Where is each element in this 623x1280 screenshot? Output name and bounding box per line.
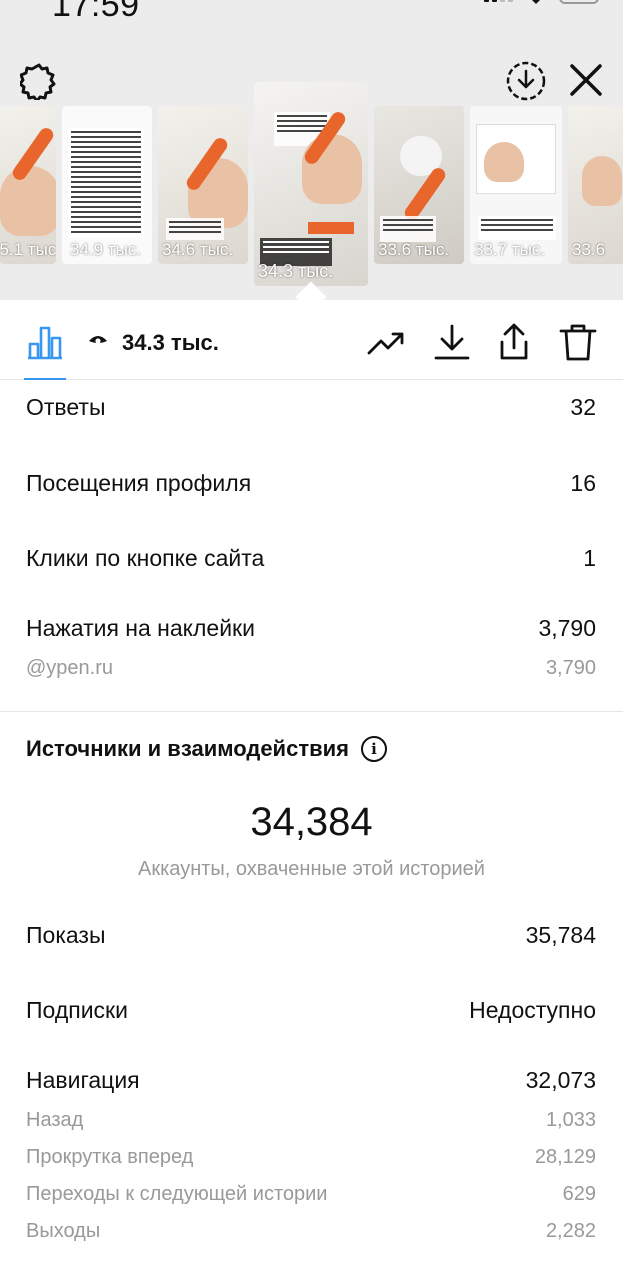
reach-caption: Аккаунты, охваченные этой историей: [138, 858, 485, 880]
thumbnail-views: 35.1 тыс.: [0, 240, 56, 259]
stat-label: Посещения профиля: [26, 470, 252, 496]
nav-row-back: Назад 1,033: [26, 1109, 596, 1132]
stat-row-navigation: Навигация 32,073: [26, 1067, 596, 1094]
story-header: 17:59 35.1 тыс. 34.9 тыс.: [0, 0, 623, 300]
stat-label: @ypen.ru: [26, 657, 114, 679]
thumbnail-views: 33.7 тыс.: [474, 240, 546, 259]
eye-icon: [89, 336, 107, 344]
download-icon[interactable]: [432, 322, 472, 362]
thumbnail-views: 34.6 тыс.: [162, 240, 234, 259]
trending-up-icon[interactable]: [366, 322, 406, 362]
stat-label: Нажатия на наклейки: [26, 615, 255, 641]
stat-label: Ответы: [26, 394, 106, 420]
stat-value: 1: [583, 545, 596, 571]
stat-label: Навигация: [26, 1067, 140, 1093]
stat-row-sticker-taps: Нажатия на наклейки 3,790: [26, 615, 596, 642]
stat-label: Выходы: [26, 1220, 101, 1242]
stat-value: 16: [570, 470, 596, 496]
section-divider: [0, 711, 623, 712]
download-circle-icon[interactable]: [505, 60, 547, 102]
stat-value: 28,129: [534, 1146, 596, 1168]
story-thumbnail[interactable]: 34.9 тыс.: [62, 106, 152, 264]
signal-icon: [484, 0, 513, 2]
stat-value: 32: [570, 394, 596, 420]
story-thumbnail[interactable]: 35.1 тыс.: [0, 106, 56, 264]
story-thumbnail[interactable]: 34.6 тыс.: [158, 106, 248, 264]
wifi-icon: [532, 0, 540, 4]
stat-row-website-clicks: Клики по кнопке сайта 1: [26, 545, 596, 572]
thumbnail-views: 33.6 тыс.: [378, 240, 450, 259]
stat-label: Переходы к следующей истории: [26, 1183, 328, 1205]
thumbnail-views: 34.3 тыс.: [258, 261, 334, 281]
nav-row-forward: Прокрутка вперед 28,129: [26, 1146, 596, 1169]
stat-label: Показы: [26, 922, 106, 948]
stat-row-profile-visits: Посещения профиля 16: [26, 470, 596, 497]
stat-value: 32,073: [525, 1067, 596, 1093]
status-icons: [484, 0, 599, 18]
section-title-text: Источники и взаимодействия: [26, 736, 349, 761]
stat-label: Назад: [26, 1109, 84, 1131]
delete-trash-icon[interactable]: [558, 322, 598, 362]
nav-row-next-story: Переходы к следующей истории 629: [26, 1183, 596, 1206]
stat-row-impressions: Показы 35,784: [26, 922, 596, 949]
share-icon[interactable]: [494, 322, 534, 362]
story-thumbnail-selected[interactable]: 34.3 тыс.: [254, 82, 368, 286]
close-icon[interactable]: [566, 60, 606, 100]
stat-row-replies: Ответы 32: [26, 394, 596, 421]
thumbnail-views: 34.9 тыс.: [70, 240, 142, 259]
story-thumbnail[interactable]: 33.6 тыс.: [374, 106, 464, 264]
stat-value: 2,282: [545, 1220, 596, 1242]
stat-value: 3,790: [545, 657, 596, 679]
insights-bar-chart-icon[interactable]: [26, 324, 64, 360]
active-tab-underline: [24, 378, 66, 380]
battery-icon: [559, 0, 599, 4]
info-icon[interactable]: i: [360, 736, 387, 762]
stat-value: 1,033: [545, 1109, 596, 1131]
stat-row-follows: Подписки Недоступно: [26, 997, 596, 1024]
stat-label: Прокрутка вперед: [26, 1146, 194, 1168]
reach-value: 34,384: [250, 800, 373, 844]
section-title: Источники и взаимодействия i: [26, 736, 387, 762]
settings-gear-icon[interactable]: [20, 62, 58, 100]
stat-value: 3,790: [538, 615, 596, 641]
thumbnail-views: 33.6: [572, 240, 606, 259]
views-count: 34.3 тыс.: [122, 330, 219, 355]
stat-label: Подписки: [26, 997, 128, 1023]
nav-row-exits: Выходы 2,282: [26, 1220, 596, 1243]
status-time: 17:59: [52, 0, 140, 24]
stat-value: 629: [562, 1183, 596, 1205]
stat-value: Недоступно: [469, 997, 596, 1023]
stat-row-sticker-handle: @ypen.ru 3,790: [26, 657, 596, 680]
story-thumbnail[interactable]: 33.6: [568, 106, 623, 264]
stat-value: 35,784: [525, 922, 596, 948]
story-thumbnail[interactable]: 33.7 тыс.: [470, 106, 562, 264]
insights-toolbar: 34.3 тыс.: [0, 302, 623, 380]
stat-label: Клики по кнопке сайта: [26, 545, 265, 571]
